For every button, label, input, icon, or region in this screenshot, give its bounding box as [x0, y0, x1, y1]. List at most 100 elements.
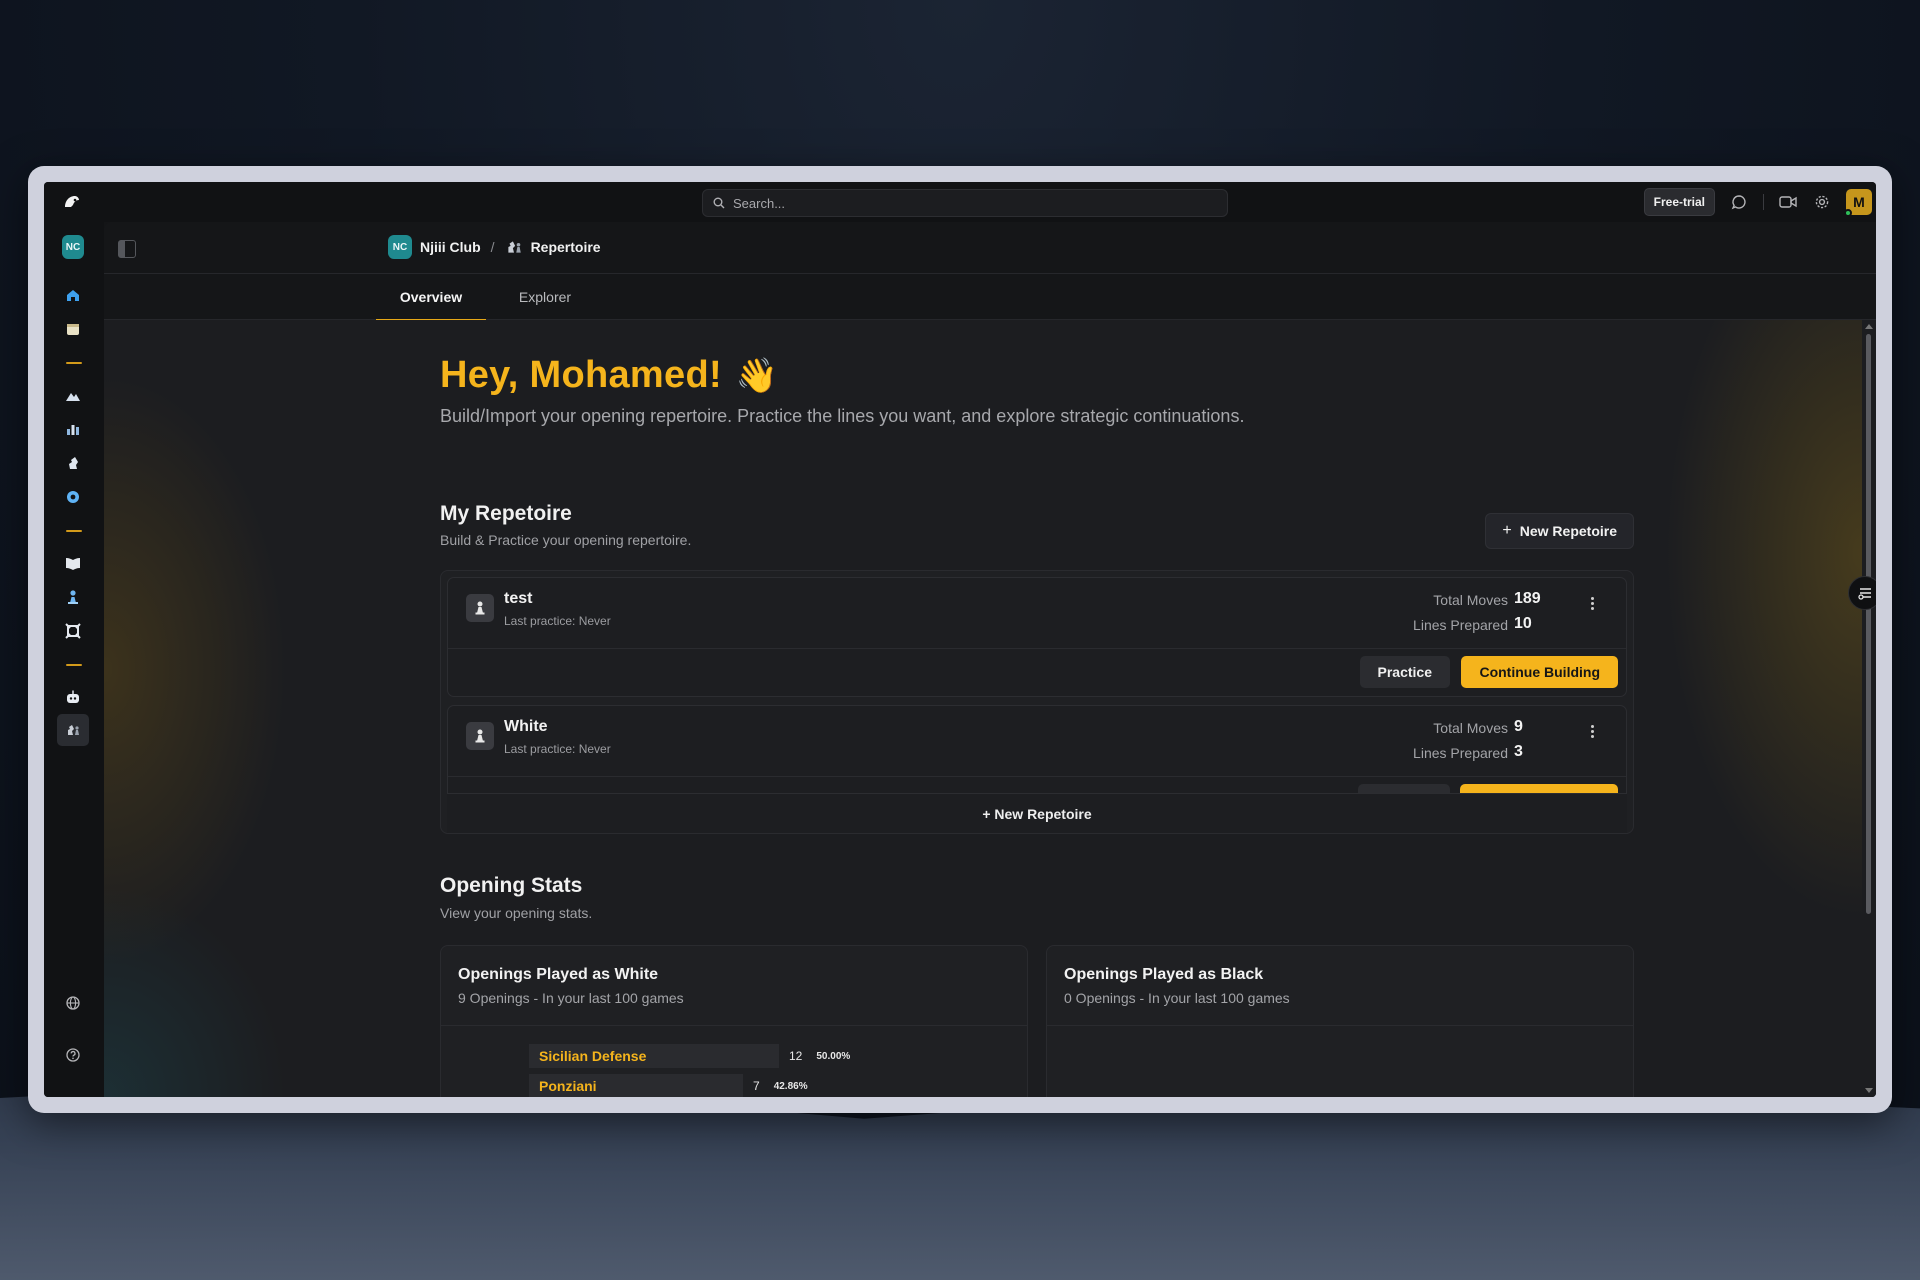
- card-header: Openings Played as Black 0 Openings - In…: [1047, 946, 1633, 1026]
- breadcrumb-club-link[interactable]: Njiii Club: [420, 239, 481, 255]
- my-repertoire-subtitle: Build & Practice your opening repertoire…: [440, 532, 692, 548]
- tab-label: Explorer: [518, 289, 572, 305]
- pawn-icon[interactable]: [62, 586, 84, 608]
- opening-bar: Sicilian Defense: [529, 1044, 779, 1068]
- card-subtitle: 0 Openings - In your last 100 games: [1064, 990, 1290, 1006]
- opening-count: 12: [789, 1049, 803, 1063]
- club-badge: NC: [62, 235, 84, 259]
- app-window: Free-trial M NC: [44, 182, 1876, 1097]
- sidebar-toggle-icon[interactable]: [118, 240, 136, 258]
- home-icon[interactable]: [62, 284, 84, 306]
- pawn-icon: [466, 722, 494, 750]
- opening-stats-subtitle: View your opening stats.: [440, 905, 593, 921]
- rail-club[interactable]: NC: [62, 235, 84, 259]
- opening-percent: 42.86%: [773, 1080, 808, 1092]
- repertoire-nav-icon[interactable]: [57, 714, 89, 746]
- total-moves-value: 189: [1514, 590, 1541, 607]
- add-repertoire-footer-button[interactable]: + New Repetoire: [447, 793, 1627, 833]
- top-right-controls: Free-trial M: [1643, 188, 1876, 217]
- lines-prepared-value: 10: [1514, 615, 1532, 632]
- video-icon[interactable]: [1778, 192, 1798, 212]
- puzzle-icon[interactable]: [62, 620, 84, 642]
- opening-bar: Ponziani: [529, 1074, 743, 1097]
- last-practice: Last practice: Never: [504, 742, 611, 756]
- wave-emoji: 👋: [735, 356, 779, 395]
- help-icon[interactable]: [62, 1044, 84, 1066]
- globe-icon[interactable]: [62, 992, 84, 1014]
- settings-gear-icon[interactable]: [62, 486, 84, 508]
- opening-count: 7: [753, 1079, 760, 1093]
- opening-bar-row[interactable]: Ponziani 7 42.86%: [529, 1074, 808, 1097]
- card-divider: [448, 776, 1626, 777]
- opening-bar-row[interactable]: Sicilian Defense 12 50.00%: [529, 1044, 850, 1068]
- mountain-icon[interactable]: [62, 384, 84, 406]
- new-repertoire-button[interactable]: + New Repetoire: [1485, 513, 1634, 549]
- my-repertoire-title: My Repetoire: [440, 502, 572, 525]
- search-icon: [713, 197, 725, 209]
- tab-bar: Overview Explorer: [104, 274, 1876, 321]
- toolbar-divider: [1763, 194, 1764, 210]
- tab-overview[interactable]: Overview: [376, 274, 486, 321]
- breadcrumb: NC Njiii Club / Repertoire: [388, 235, 601, 259]
- main-panel: NC Njiii Club / Repertoire Overview Expl…: [104, 222, 1876, 1097]
- tab-label: Overview: [399, 289, 463, 305]
- card-divider: [448, 648, 1626, 649]
- robot-icon[interactable]: [62, 686, 84, 708]
- repertoire-name: White: [504, 718, 548, 735]
- lines-prepared-value: 3: [1514, 743, 1523, 760]
- app-logo-icon[interactable]: [62, 192, 82, 212]
- total-moves-label: Total Moves: [1433, 592, 1508, 608]
- filter-lines-icon: [1858, 588, 1871, 600]
- repertoire-name: test: [504, 590, 533, 607]
- continue-building-button[interactable]: Continue Building: [1461, 656, 1618, 688]
- opening-percent: 50.00%: [816, 1050, 851, 1062]
- breadcrumb-bar: NC Njiii Club / Repertoire: [104, 222, 1876, 274]
- openings-white-card: Openings Played as White 9 Openings - In…: [440, 945, 1028, 1097]
- top-bar: Free-trial M: [44, 182, 1876, 222]
- new-repertoire-label: New Repetoire: [1519, 523, 1617, 539]
- repertoire-card[interactable]: test Last practice: Never Total Moves 18…: [447, 577, 1627, 697]
- scrollbar-thumb[interactable]: [1866, 334, 1871, 914]
- greeting: Hey, Mohamed! 👋: [440, 354, 779, 397]
- rail-separator: [66, 362, 82, 364]
- user-avatar[interactable]: M: [1844, 189, 1872, 217]
- practice-button[interactable]: Practice: [1359, 656, 1450, 688]
- lines-prepared-label: Lines Prepared: [1413, 617, 1508, 633]
- rail-separator: [66, 664, 82, 666]
- card-title: Openings Played as Black: [1064, 966, 1264, 983]
- breadcrumb-separator: /: [490, 239, 495, 255]
- pawn-icon: [466, 594, 494, 622]
- plus-icon: +: [1502, 522, 1512, 539]
- online-status-dot: [1844, 209, 1852, 217]
- search-bar[interactable]: [702, 189, 1228, 217]
- last-practice: Last practice: Never: [504, 614, 611, 628]
- floating-menu-button[interactable]: [1848, 576, 1876, 610]
- card-header: Openings Played as White 9 Openings - In…: [441, 946, 1027, 1026]
- gear-icon[interactable]: [1812, 192, 1832, 212]
- repertoire-list: test Last practice: Never Total Moves 18…: [440, 570, 1634, 834]
- total-moves-value: 9: [1514, 718, 1523, 735]
- search-input[interactable]: [733, 195, 1213, 211]
- avatar-initial: M: [1853, 194, 1865, 210]
- more-options-icon[interactable]: [1584, 594, 1600, 612]
- breadcrumb-current: Repertoire: [530, 239, 601, 255]
- scroll-down-arrow[interactable]: [1865, 1088, 1873, 1093]
- more-options-icon[interactable]: [1584, 722, 1600, 740]
- free-trial-button[interactable]: Free-trial: [1643, 188, 1715, 216]
- content-area: Hey, Mohamed! 👋 Build/Import your openin…: [104, 320, 1862, 1097]
- window-frame: Free-trial M NC: [28, 166, 1892, 1113]
- opening-stats-title: Opening Stats: [440, 874, 583, 897]
- scrollbar[interactable]: [1862, 320, 1876, 1097]
- rail-separator: [66, 530, 82, 532]
- scroll-up-arrow[interactable]: [1865, 324, 1873, 329]
- tab-explorer[interactable]: Explorer: [500, 274, 590, 320]
- book-icon[interactable]: [62, 552, 84, 574]
- lines-prepared-label: Lines Prepared: [1413, 745, 1508, 761]
- card-subtitle: 9 Openings - In your last 100 games: [458, 990, 684, 1006]
- club-badge: NC: [388, 235, 412, 259]
- chess-pieces-icon[interactable]: [62, 418, 84, 440]
- chat-icon[interactable]: [1729, 192, 1749, 212]
- calendar-icon[interactable]: [62, 318, 84, 340]
- hero-subtitle: Build/Import your opening repertoire. Pr…: [440, 406, 1245, 426]
- knight-icon[interactable]: [62, 452, 84, 474]
